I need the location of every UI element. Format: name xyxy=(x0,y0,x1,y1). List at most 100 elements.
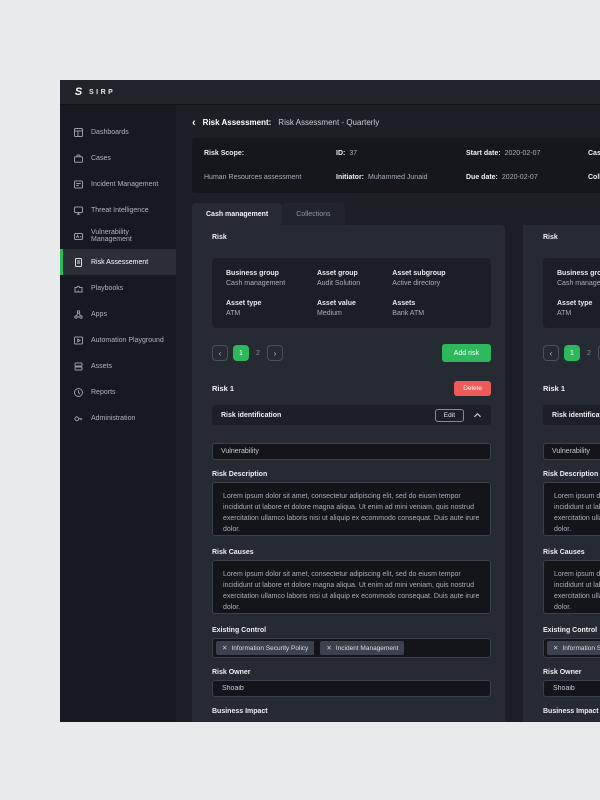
sidebar-item-apps[interactable]: Apps xyxy=(60,301,176,327)
add-risk-button[interactable]: Add risk xyxy=(441,344,491,362)
page-title: Risk Assessment: xyxy=(202,118,272,127)
start-date-value: 2020-02-07 xyxy=(504,150,541,157)
pagination-next-icon[interactable]: › xyxy=(266,345,283,361)
start-date-label: Start date: xyxy=(466,150,501,157)
sidebar-item-risk-assessment[interactable]: Risk Assessement xyxy=(60,249,176,275)
due-date-value: 2020-02-07 xyxy=(501,174,538,181)
risk-scope-value: Human Resources assessment xyxy=(204,174,302,181)
risk-section-label: Risk xyxy=(543,234,558,241)
sidebar-item-threat-intelligence[interactable]: Threat Intelligence xyxy=(60,197,176,223)
risk-pagination: ‹ 1 2 › Add risk xyxy=(543,344,600,362)
pagination-prev-icon[interactable]: ‹ xyxy=(212,345,228,361)
tab-collections[interactable]: Collections xyxy=(282,203,345,225)
vulnerability-card-icon xyxy=(74,232,83,240)
existing-control-label: Existing Control xyxy=(543,627,598,634)
sirp-logo-icon: S xyxy=(74,86,83,98)
risk-description-label: Risk Description xyxy=(212,471,268,478)
asset-summary-card: Business groupCash management Asset grou… xyxy=(543,258,600,328)
delete-risk-button[interactable]: Delete xyxy=(454,381,491,396)
risk-pagination: ‹ 1 2 › Add risk xyxy=(212,344,491,362)
asset-summary-card: Business groupCash management Asset grou… xyxy=(212,258,491,328)
control-tag[interactable]: ✕ Incident Management xyxy=(320,641,405,655)
risk-identification-header[interactable]: Risk identification Edit xyxy=(212,405,491,425)
business-impact-label: Business Impact xyxy=(212,708,268,715)
risk-identification-header[interactable]: Risk identification Edit xyxy=(543,405,600,425)
risk-scope-label: Risk Scope: xyxy=(204,150,245,157)
risk-causes-label: Risk Causes xyxy=(543,549,585,556)
risk-description-textarea[interactable]: Lorem ipsum dolor sit amet, consectetur … xyxy=(212,482,491,536)
sirp-logo[interactable]: S SIRP xyxy=(72,86,115,99)
app-window: S SIRP Dashboards Cases Incident Managem… xyxy=(60,80,600,722)
risk-owner-input[interactable] xyxy=(543,680,600,697)
panel-collections: Risk Business groupCash management Asset… xyxy=(523,203,600,722)
sidebar-item-playbooks[interactable]: Playbooks xyxy=(60,275,176,301)
risk-section-label: Risk xyxy=(212,234,227,241)
sidebar-item-assets[interactable]: Assets xyxy=(60,353,176,379)
panel-cash-management: Cash management Collections Risk Busines… xyxy=(192,203,505,722)
sidebar-item-cases[interactable]: Cases xyxy=(60,145,176,171)
sidebar-item-reports[interactable]: Reports xyxy=(60,379,176,405)
risk-owner-input[interactable] xyxy=(212,680,491,697)
existing-control-input[interactable]: ✕Information Security Policy ✕Incident M… xyxy=(543,638,600,658)
remove-tag-icon[interactable]: ✕ xyxy=(553,644,558,652)
id-value: 37 xyxy=(349,150,358,157)
existing-control-input[interactable]: ✕Information Security Policy ✕Incident M… xyxy=(212,638,491,658)
clock-report-icon xyxy=(74,387,83,397)
vulnerability-select[interactable]: Vulnerability xyxy=(543,443,600,460)
sidebar-item-administration[interactable]: Administration xyxy=(60,405,176,431)
sidebar-item-dashboards[interactable]: Dashboards xyxy=(60,119,176,145)
edit-button[interactable]: Edit xyxy=(434,408,464,422)
risk-title: Risk 1 xyxy=(212,384,235,393)
control-tag[interactable]: ✕Information Security Policy xyxy=(216,641,315,655)
incident-list-icon xyxy=(74,180,83,188)
pagination-page-2[interactable]: 2 xyxy=(585,350,593,357)
top-bar: S SIRP xyxy=(60,80,600,105)
main-content: ‹ Risk Assessment: Risk Assessment - Qua… xyxy=(176,105,600,722)
existing-control-label: Existing Control xyxy=(212,627,267,634)
page-subtitle: Risk Assessment - Quarterly xyxy=(278,118,380,127)
risk-causes-label: Risk Causes xyxy=(212,549,254,556)
risk-causes-textarea[interactable]: Lorem ipsum dolor sit amet, consectetur … xyxy=(543,560,600,614)
briefcase-icon xyxy=(74,154,83,163)
sirp-logo-text: SIRP xyxy=(89,88,116,96)
risk-owner-label: Risk Owner xyxy=(543,669,582,676)
control-tag[interactable]: ✕Information Security Policy xyxy=(547,641,600,655)
group2-label: Collections xyxy=(588,174,600,181)
sidebar-item-incident-management[interactable]: Incident Management xyxy=(60,171,176,197)
risk-description-label: Risk Description xyxy=(543,471,599,478)
due-date-label: Due date: xyxy=(466,174,498,181)
pagination-page-1[interactable]: 1 xyxy=(564,345,580,361)
sidebar-item-vulnerability-management[interactable]: Vulnerability Management xyxy=(60,223,176,249)
sidebar-item-automation-playground[interactable]: Automation Playground xyxy=(60,327,176,353)
apps-molecule-icon xyxy=(74,309,83,319)
key-icon xyxy=(74,415,83,421)
group1-label: Cash management xyxy=(588,150,600,157)
risk-document-icon xyxy=(75,257,82,267)
initiator-label: Initiator: xyxy=(336,174,364,181)
tab-cash-management[interactable]: Cash management xyxy=(192,203,283,225)
business-group-tabs: Cash management Collections xyxy=(192,203,505,225)
page-header: ‹ Risk Assessment: Risk Assessment - Qua… xyxy=(176,105,600,136)
back-button[interactable]: ‹ xyxy=(192,117,196,128)
risk-description-textarea[interactable]: Lorem ipsum dolor sit amet, consectetur … xyxy=(543,482,600,536)
pagination-prev-icon[interactable]: ‹ xyxy=(543,345,559,361)
initiator-value: Muhammed Junaid xyxy=(368,174,428,181)
remove-tag-icon[interactable]: ✕ xyxy=(326,644,331,652)
server-stack-icon xyxy=(74,362,83,370)
risk-owner-label: Risk Owner xyxy=(212,669,251,676)
risk-title: Risk 1 xyxy=(543,384,566,393)
risk-panels-row: Cash management Collections Risk Busines… xyxy=(192,203,600,722)
sidebar: Dashboards Cases Incident Management Thr… xyxy=(60,105,176,722)
remove-tag-icon[interactable]: ✕ xyxy=(222,644,227,652)
chevron-up-icon[interactable] xyxy=(473,412,482,419)
automation-play-icon xyxy=(74,336,83,344)
dashboard-icon xyxy=(74,127,83,137)
pagination-page-1[interactable]: 1 xyxy=(233,345,249,361)
vulnerability-select[interactable]: Vulnerability xyxy=(212,443,491,460)
risk-causes-textarea[interactable]: Lorem ipsum dolor sit amet, consectetur … xyxy=(212,560,491,614)
pagination-page-2[interactable]: 2 xyxy=(254,350,262,357)
business-impact-label: Business Impact xyxy=(543,708,599,715)
id-label: ID: xyxy=(336,150,346,157)
threat-monitor-icon xyxy=(74,206,83,215)
puzzle-icon xyxy=(74,285,83,292)
